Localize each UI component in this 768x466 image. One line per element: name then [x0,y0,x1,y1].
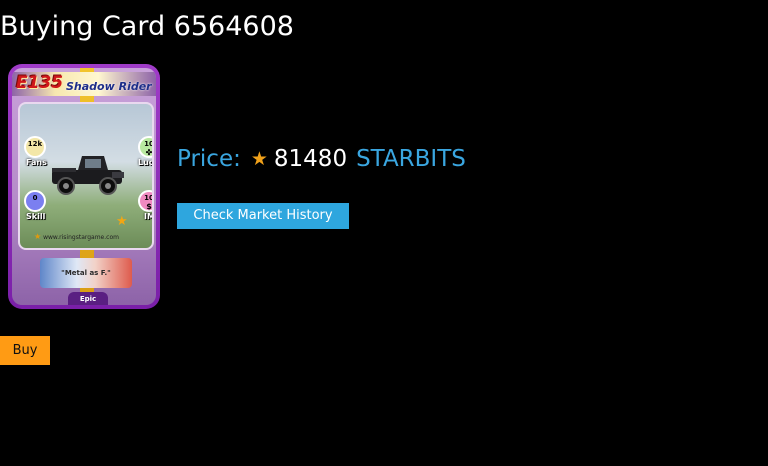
clover-icon: ✤ [145,148,153,157]
price-row: Price: ★ 81480 STARBITS [177,144,466,174]
im-label: IM [144,212,154,221]
card-code: E135 [16,73,64,93]
skill-label: Skill [26,212,46,221]
card-quote: "Metal as F." [40,258,132,288]
check-market-history-button[interactable]: Check Market History [177,203,349,229]
skill-stat: 0 [24,190,46,212]
card-url-text: www.risingstargame.com [43,234,119,241]
card-url: ★ www.risingstargame.com [34,232,144,241]
card-name: Shadow Rider [66,80,152,93]
star-icon: ★ [116,214,128,229]
card-face: E135 Shadow Rider 12k Fans 10 ✤ Luc 0 Sk… [12,68,156,305]
price-label: Price: [177,146,241,172]
truck-illustration [52,156,124,195]
fans-label: Fans [26,158,47,167]
price-currency: STARBITS [356,146,466,172]
dollar-icon: $ [146,202,152,211]
price-value: 81480 [273,146,348,172]
card-rarity-badge: Epic [68,292,108,305]
luck-stat: 10 ✤ [138,136,153,158]
star-icon: ★ [34,232,42,241]
card-artwork: 12k Fans 10 ✤ Luck 0 Skill 10 $ IM ★ [18,102,154,250]
skill-value: 0 [32,194,38,202]
star-icon: ★ [250,148,268,170]
luck-label: Luck [138,158,154,167]
im-stat: 10 $ [138,190,152,212]
buy-button[interactable]: Buy [0,336,50,365]
page-title: Buying Card 6564608 [0,11,294,42]
fans-value: 12k [27,140,43,148]
page: Buying Card 6564608 E135 Shadow Rider 12… [0,0,768,466]
card-image: E135 Shadow Rider 12k Fans 10 ✤ Luc 0 Sk… [8,64,160,309]
fans-stat: 12k [24,136,46,158]
